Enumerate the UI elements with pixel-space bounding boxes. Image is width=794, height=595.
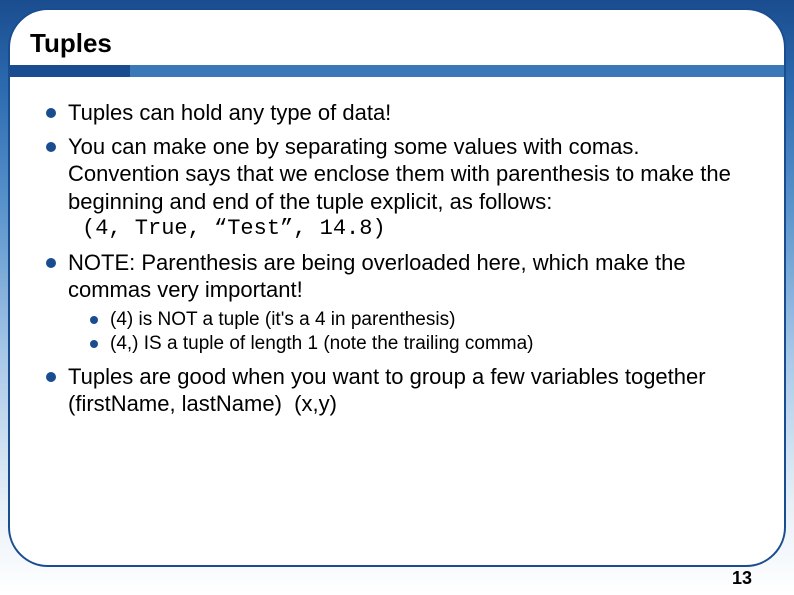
sub-bullet-text: (4,) IS a tuple of length 1 (note the tr… <box>110 333 534 354</box>
sub-bullet-item: (4,) IS a tuple of length 1 (note the tr… <box>90 332 754 357</box>
bullet-item: NOTE: Parenthesis are being overloaded h… <box>46 249 754 357</box>
bullet-list: Tuples can hold any type of data! You ca… <box>46 99 754 418</box>
divider-segment-dark <box>10 65 130 77</box>
bullet-item: Tuples can hold any type of data! <box>46 99 754 127</box>
sub-bullet-text: (4) is NOT a tuple (it's a 4 in parenthe… <box>110 309 455 330</box>
bullet-item: Tuples are good when you want to group a… <box>46 363 754 418</box>
slide-title: Tuples <box>30 28 754 59</box>
bullet-text: Tuples are good when you want to group a… <box>68 364 706 417</box>
bullet-text: You can make one by separating some valu… <box>68 134 731 214</box>
title-divider <box>10 65 784 77</box>
bullet-text: Tuples can hold any type of data! <box>68 100 391 125</box>
divider-segment-light <box>130 65 784 77</box>
code-snippet: (4, True, “Test”, 14.8) <box>68 215 754 243</box>
slide-card: Tuples Tuples can hold any type of data!… <box>8 8 786 567</box>
sub-bullet-item: (4) is NOT a tuple (it's a 4 in parenthe… <box>90 308 754 333</box>
bullet-text: NOTE: Parenthesis are being overloaded h… <box>68 250 686 303</box>
page-number: 13 <box>732 568 752 589</box>
bullet-item: You can make one by separating some valu… <box>46 133 754 243</box>
slide-content: Tuples can hold any type of data! You ca… <box>40 99 754 418</box>
sub-bullet-list: (4) is NOT a tuple (it's a 4 in parenthe… <box>68 308 754 357</box>
